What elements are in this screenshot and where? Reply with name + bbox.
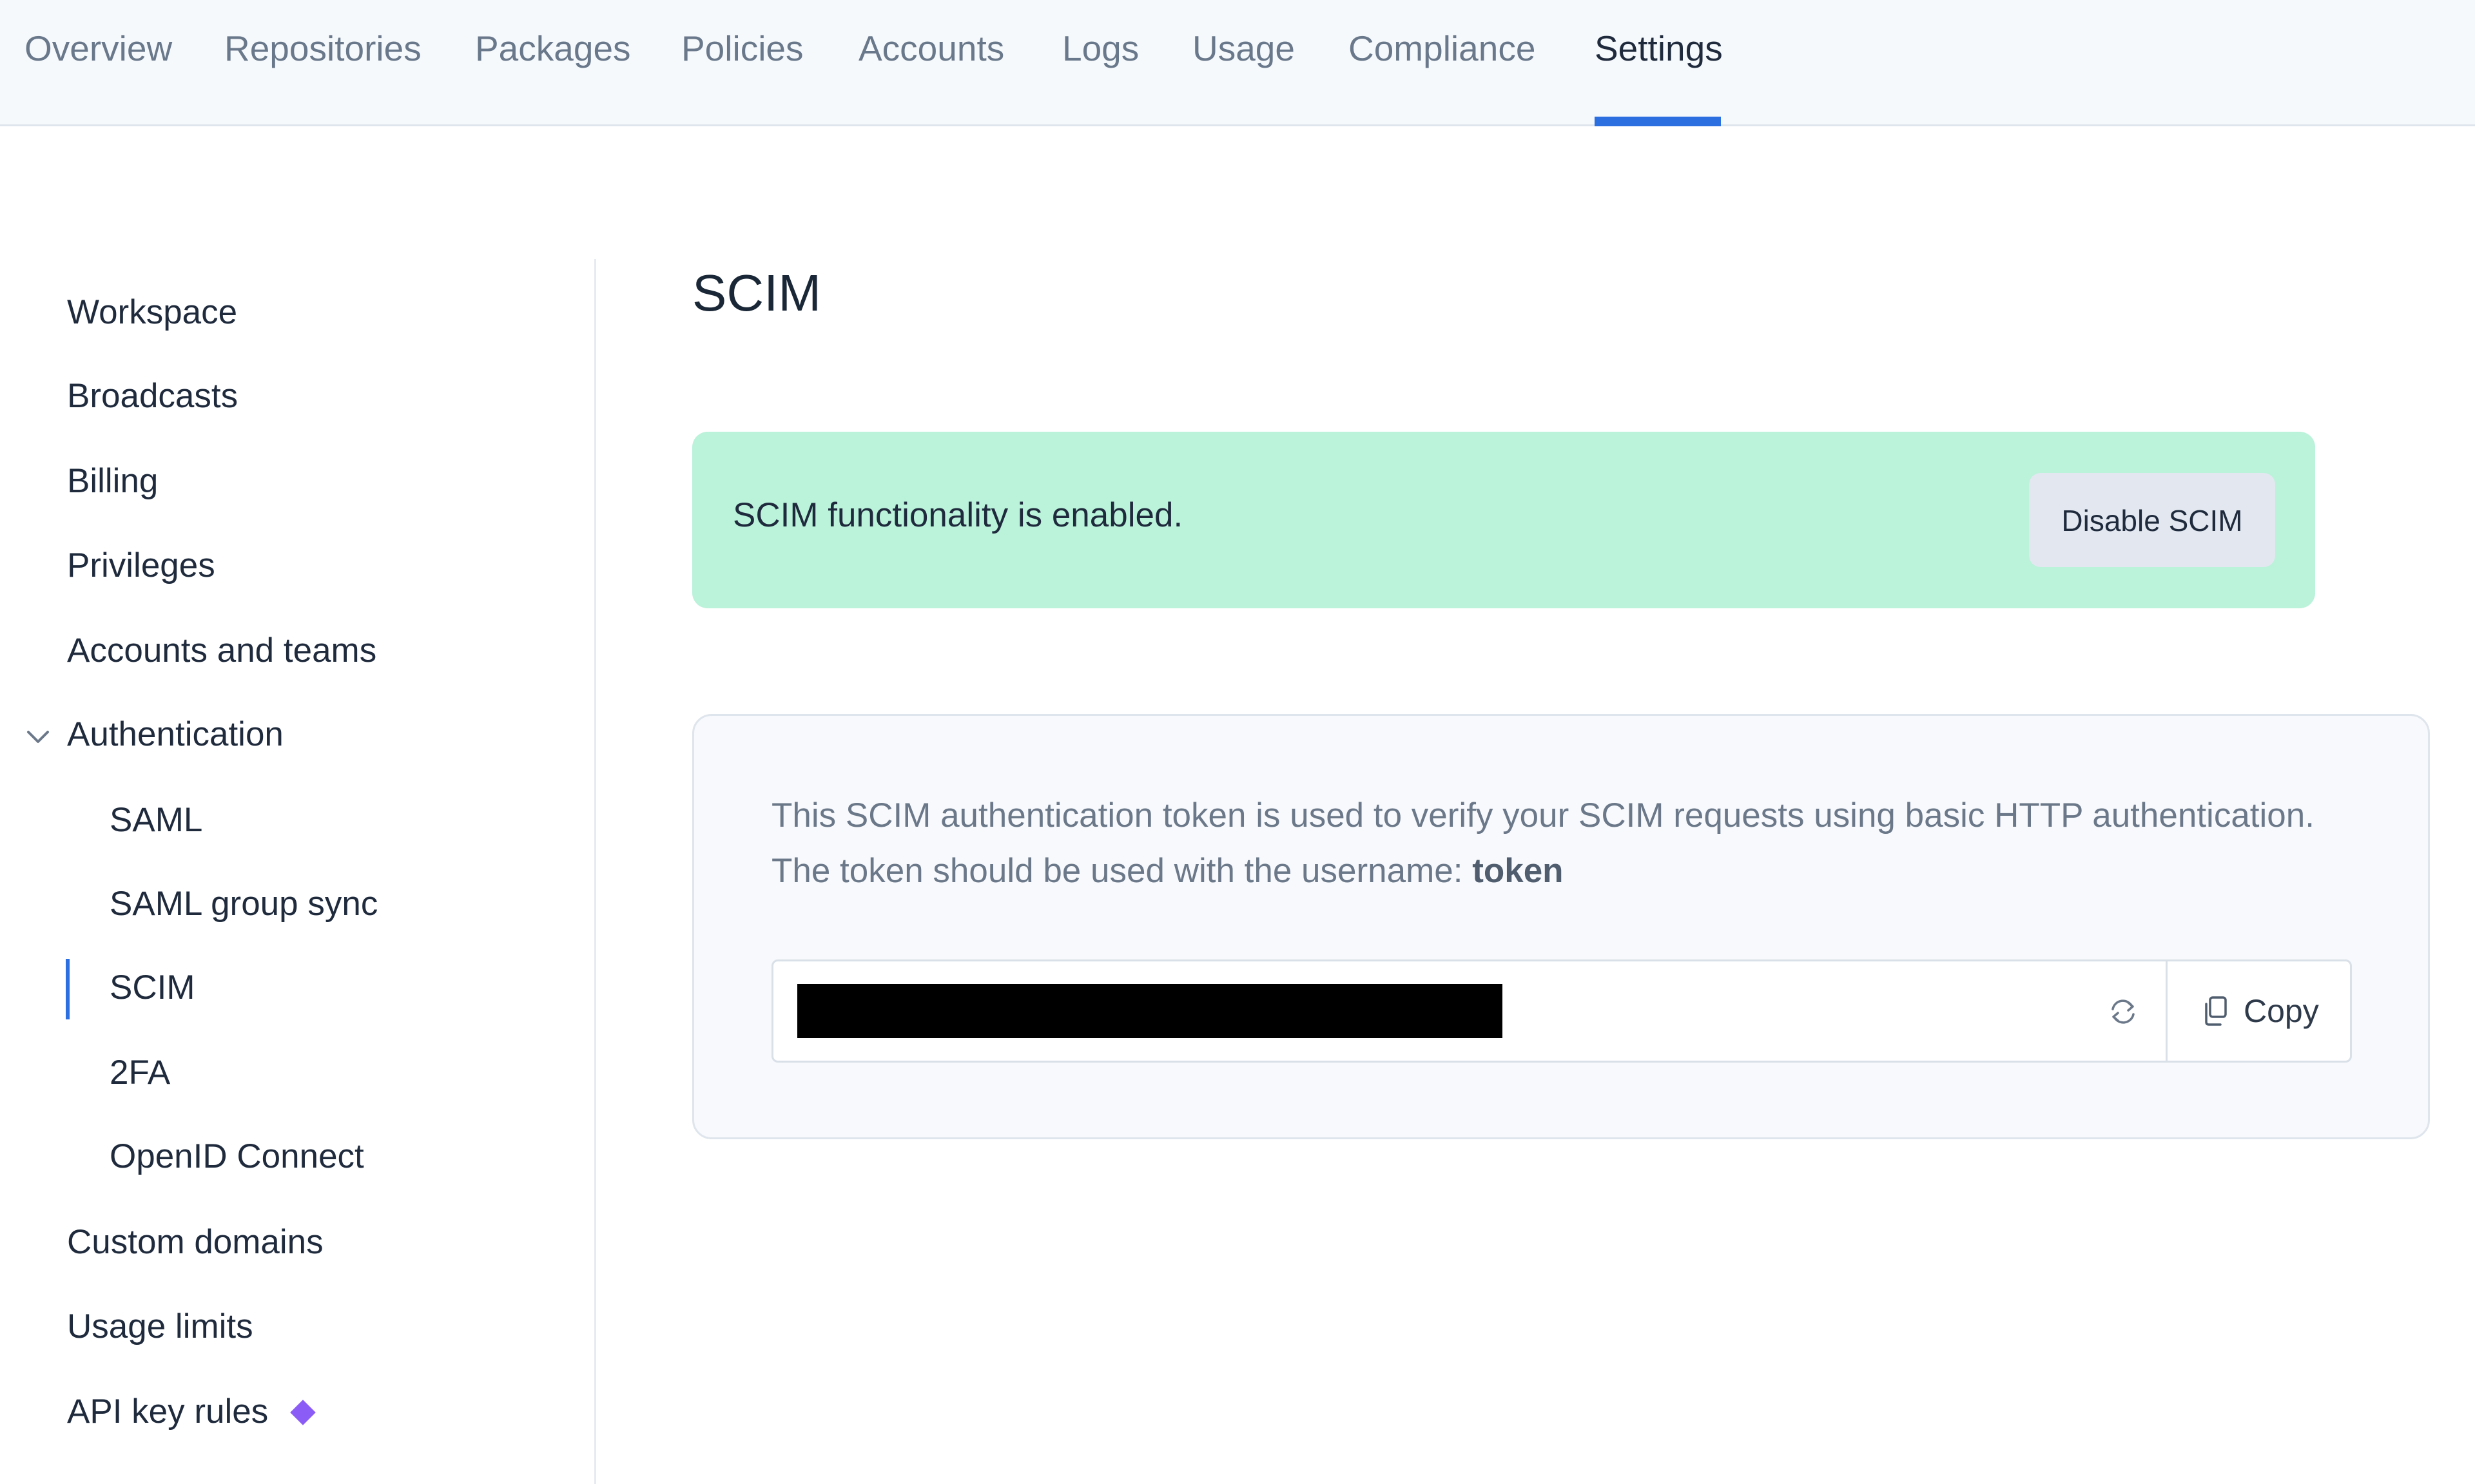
sidebar-item-label: API key rules	[67, 1392, 269, 1431]
tab-settings[interactable]: Settings	[1595, 0, 1723, 126]
sidebar-item-scim[interactable]: SCIM	[110, 965, 195, 1010]
copy-button[interactable]: Copy	[2168, 961, 2350, 1061]
tab-accounts[interactable]: Accounts	[859, 0, 1004, 124]
token-description: This SCIM authentication token is used t…	[772, 788, 2318, 899]
tab-logs[interactable]: Logs	[1062, 0, 1139, 124]
token-value-redacted[interactable]	[797, 984, 1502, 1038]
tab-policies[interactable]: Policies	[681, 0, 804, 124]
tab-overview[interactable]: Overview	[24, 0, 172, 124]
page-title: SCIM	[692, 264, 821, 322]
sidebar-item-billing[interactable]: Billing	[67, 459, 158, 504]
copy-icon	[2205, 996, 2227, 1026]
sidebar-item-custom-domains[interactable]: Custom domains	[67, 1220, 324, 1265]
sidebar-item-broadcasts[interactable]: Broadcasts	[67, 374, 238, 419]
sidebar-item-openid-connect[interactable]: OpenID Connect	[110, 1134, 364, 1179]
token-field: Copy	[772, 959, 2352, 1063]
sidebar-item-accounts-and-teams[interactable]: Accounts and teams	[67, 628, 376, 673]
sidebar-item-authentication[interactable]: Authentication	[67, 712, 284, 757]
status-banner: SCIM functionality is enabled. Disable S…	[692, 432, 2315, 608]
chevron-down-icon[interactable]	[26, 727, 50, 746]
tab-repositories[interactable]: Repositories	[224, 0, 422, 124]
sidebar-item-saml[interactable]: SAML	[110, 798, 202, 843]
sidebar-item-2fa[interactable]: 2FA	[110, 1050, 170, 1095]
sidebar-divider	[594, 259, 596, 1484]
banner-message: SCIM functionality is enabled.	[733, 496, 1183, 534]
disable-scim-button[interactable]: Disable SCIM	[2029, 473, 2275, 567]
sidebar-item-privileges[interactable]: Privileges	[67, 543, 215, 588]
copy-label: Copy	[2244, 993, 2319, 1029]
refresh-icon[interactable]	[2105, 994, 2141, 1030]
sidebar-item-api-key-rules[interactable]: API key rules	[67, 1389, 316, 1434]
tab-packages[interactable]: Packages	[475, 0, 631, 124]
top-navigation: Overview Repositories Packages Policies …	[0, 0, 2475, 126]
tab-compliance[interactable]: Compliance	[1348, 0, 1535, 124]
tab-usage[interactable]: Usage	[1192, 0, 1295, 124]
sidebar-active-indicator	[66, 959, 70, 1019]
sidebar-item-workspace[interactable]: Workspace	[67, 290, 237, 335]
sidebar-item-usage-limits[interactable]: Usage limits	[67, 1304, 253, 1349]
token-username: token	[1472, 852, 1564, 890]
sidebar-item-saml-group-sync[interactable]: SAML group sync	[110, 882, 378, 927]
diamond-icon	[290, 1400, 316, 1425]
token-card: This SCIM authentication token is used t…	[692, 714, 2430, 1139]
